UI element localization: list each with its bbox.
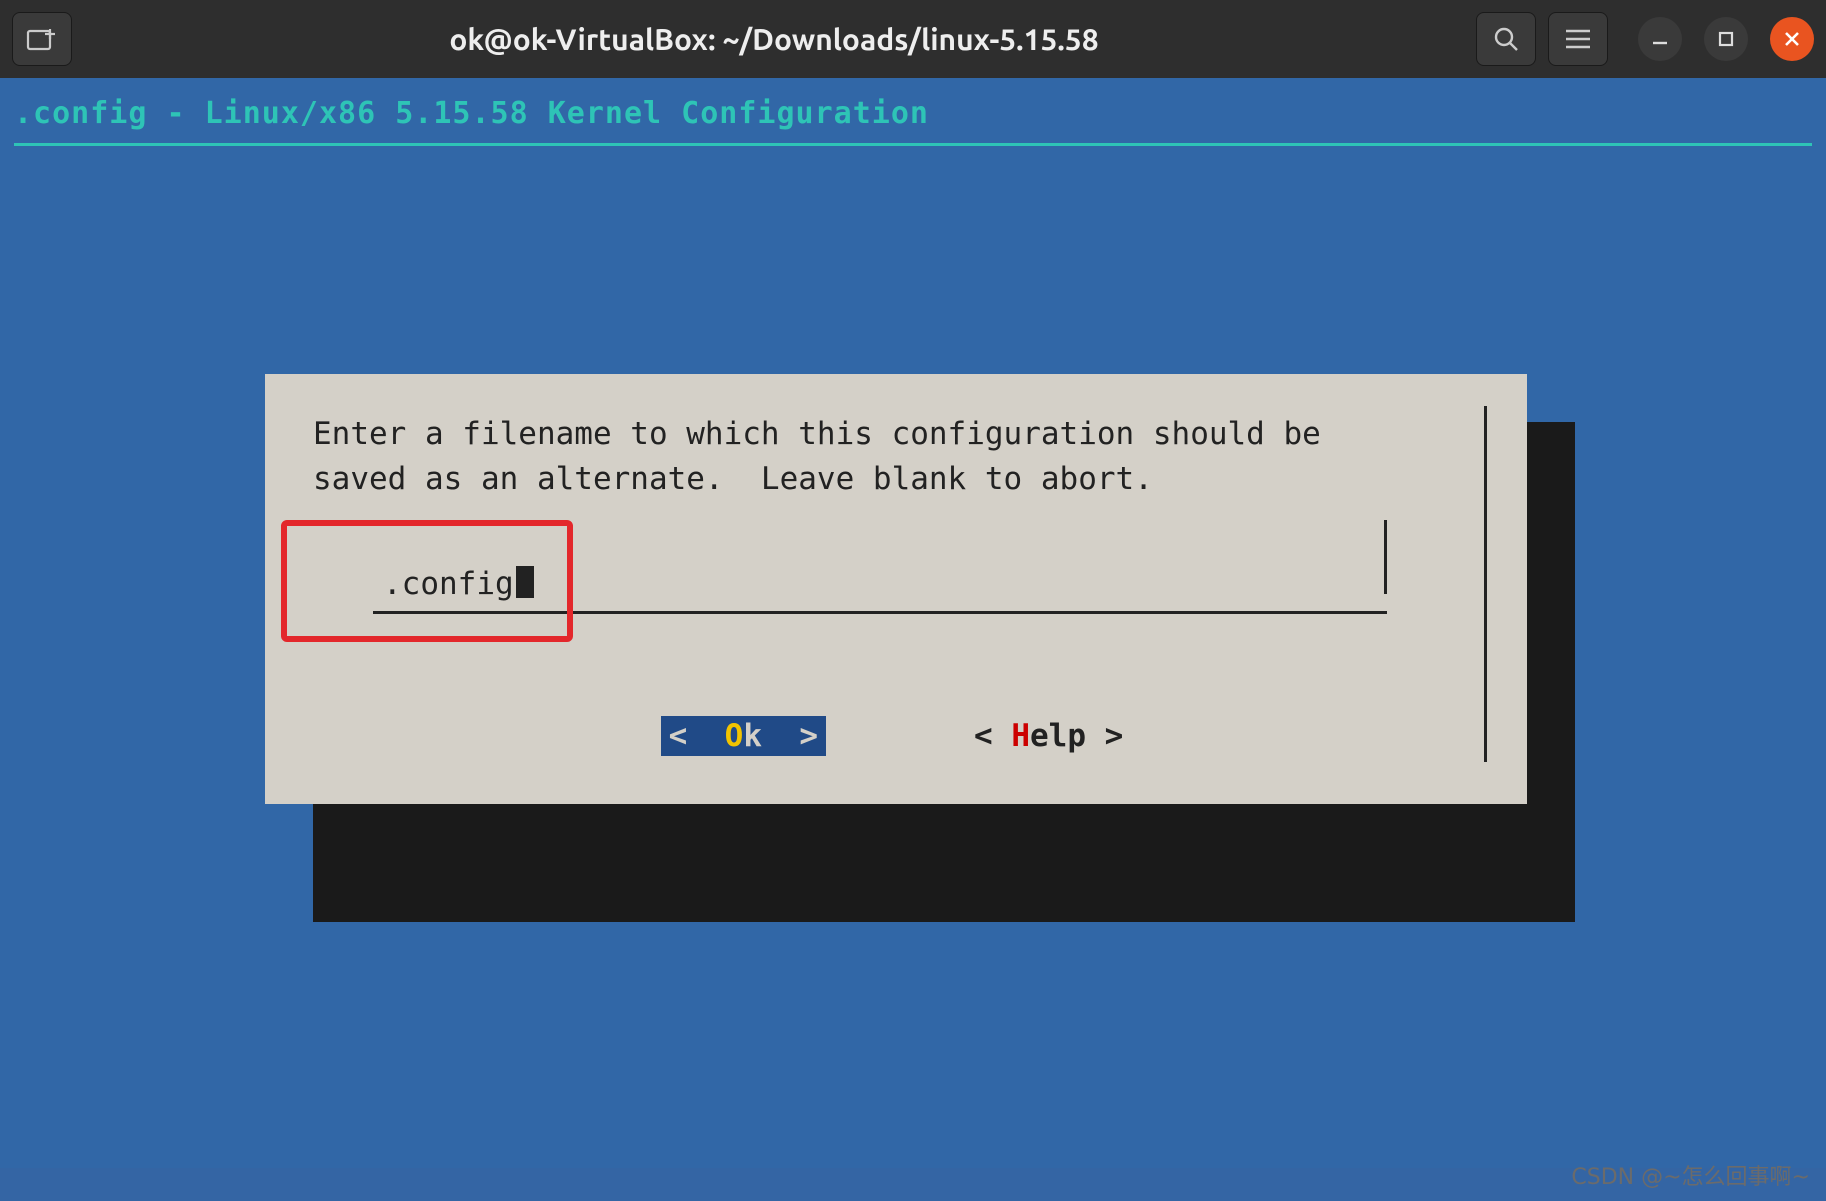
window-title: ok@ok-VirtualBox: ~/Downloads/linux-5.15… (84, 22, 1464, 56)
help-button[interactable]: < Help > (966, 716, 1131, 756)
input-right-border (1384, 520, 1387, 594)
close-button[interactable] (1770, 17, 1814, 61)
titlebar: ok@ok-VirtualBox: ~/Downloads/linux-5.15… (0, 0, 1826, 78)
terminal-area: .config - Linux/x86 5.15.58 Kernel Confi… (0, 78, 1826, 1168)
dialog-button-row: < Ok > < Help > (313, 716, 1479, 756)
minimize-icon (1650, 29, 1670, 49)
save-dialog-wrap: Enter a filename to which this configura… (265, 374, 1527, 804)
dialog-inner-border (1484, 406, 1487, 762)
minimize-button[interactable] (1638, 17, 1682, 61)
new-tab-icon (26, 25, 58, 53)
search-icon (1492, 25, 1520, 53)
maximize-icon (1717, 30, 1735, 48)
search-button[interactable] (1476, 12, 1536, 66)
window-controls (1638, 17, 1814, 61)
annotation-highlight-box (281, 520, 573, 642)
ok-button[interactable]: < Ok > (661, 716, 826, 756)
new-tab-button[interactable] (12, 12, 72, 66)
save-config-dialog: Enter a filename to which this configura… (265, 374, 1527, 804)
close-icon (1783, 30, 1801, 48)
dialog-prompt: Enter a filename to which this configura… (313, 412, 1479, 502)
menuconfig-divider (14, 143, 1812, 146)
menuconfig-title: .config - Linux/x86 5.15.58 Kernel Confi… (0, 78, 1826, 135)
hamburger-icon (1565, 28, 1591, 50)
maximize-button[interactable] (1704, 17, 1748, 61)
watermark: CSDN @~怎么回事啊~ (1571, 1159, 1810, 1191)
hamburger-menu-button[interactable] (1548, 12, 1608, 66)
